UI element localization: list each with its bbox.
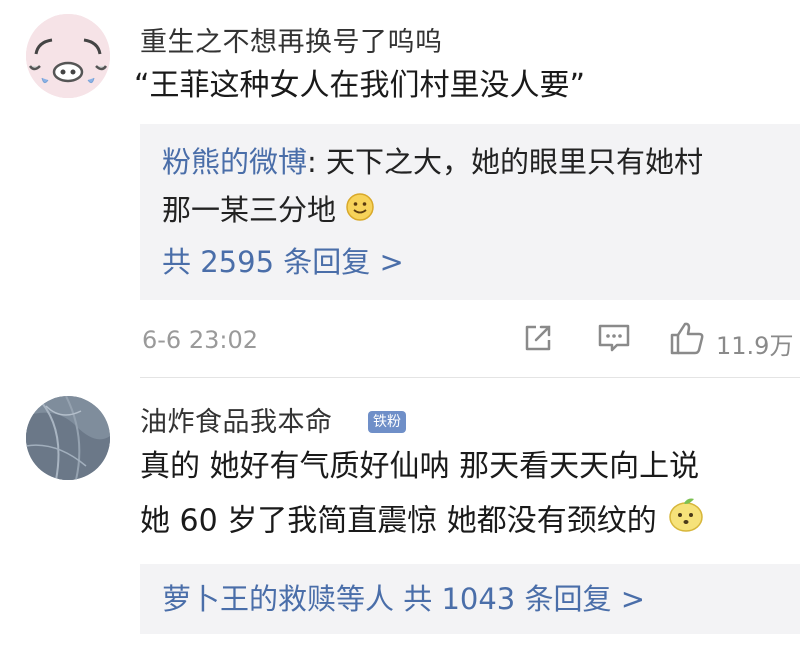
thumbs-up-icon <box>670 322 704 355</box>
username[interactable]: 重生之不想再换号了呜呜 <box>140 20 443 59</box>
reply-authors[interactable]: 萝卜王的救赎等人 <box>162 582 394 616</box>
reply-line: 萝卜王的救赎等人 共 1043 条回复 > <box>162 579 645 619</box>
divider <box>140 377 800 378</box>
comment-button[interactable] <box>597 322 631 358</box>
reply-line: 粉熊的微博: 天下之大，她的眼里只有她村 <box>162 142 703 182</box>
comment-text: “王菲这种女人在我们村里没人要” <box>134 68 586 103</box>
reply-preview[interactable]: 萝卜王的救赎等人 共 1043 条回复 > <box>140 564 800 634</box>
avatar[interactable] <box>26 396 110 480</box>
pig-avatar-icon <box>26 14 110 98</box>
timestamp: 6-6 23:02 <box>142 326 258 354</box>
reply-text-continued: 那一某三分地 <box>162 193 337 227</box>
view-replies-link[interactable]: 共 1043 条回复 > <box>403 582 645 616</box>
reply-line: 那一某三分地 <box>162 190 375 232</box>
reply-preview[interactable]: 粉熊的微博: 天下之大，她的眼里只有她村 那一某三分地 共 2595 条回复 > <box>140 124 800 300</box>
comment-item: 重生之不想再换号了呜呜 “王菲这种女人在我们村里没人要” 粉熊的微博: 天下之大… <box>0 0 800 380</box>
comment-item: 油炸食品我本命 铁粉 真的 她好有气质好仙呐 那天看天天向上说 她 60 岁了我… <box>0 380 800 646</box>
avatar[interactable] <box>26 14 110 98</box>
reply-text: : 天下之大，她的眼里只有她村 <box>307 145 704 179</box>
lemon-emoji-icon <box>666 494 706 550</box>
fan-badge: 铁粉 <box>368 411 406 433</box>
comment-text-continued: 她 60 岁了我简直震惊 她都没有颈纹的 <box>140 494 706 550</box>
like-button[interactable] <box>669 320 705 360</box>
view-replies-link[interactable]: 共 2595 条回复 > <box>162 242 404 282</box>
like-count: 11.9万 <box>716 332 794 360</box>
share-icon <box>525 325 551 351</box>
comment-icon <box>598 324 630 352</box>
username[interactable]: 油炸食品我本命 <box>140 400 333 439</box>
share-button[interactable] <box>522 322 554 358</box>
comment-text: 真的 她好有气质好仙呐 那天看天天向上说 <box>140 449 700 484</box>
fabric-avatar-icon <box>26 396 110 480</box>
reply-author[interactable]: 粉熊的微博 <box>162 145 307 179</box>
comment-text-line: 她 60 岁了我简直震惊 她都没有颈纹的 <box>140 503 657 539</box>
smile-emoji-icon <box>345 192 375 232</box>
